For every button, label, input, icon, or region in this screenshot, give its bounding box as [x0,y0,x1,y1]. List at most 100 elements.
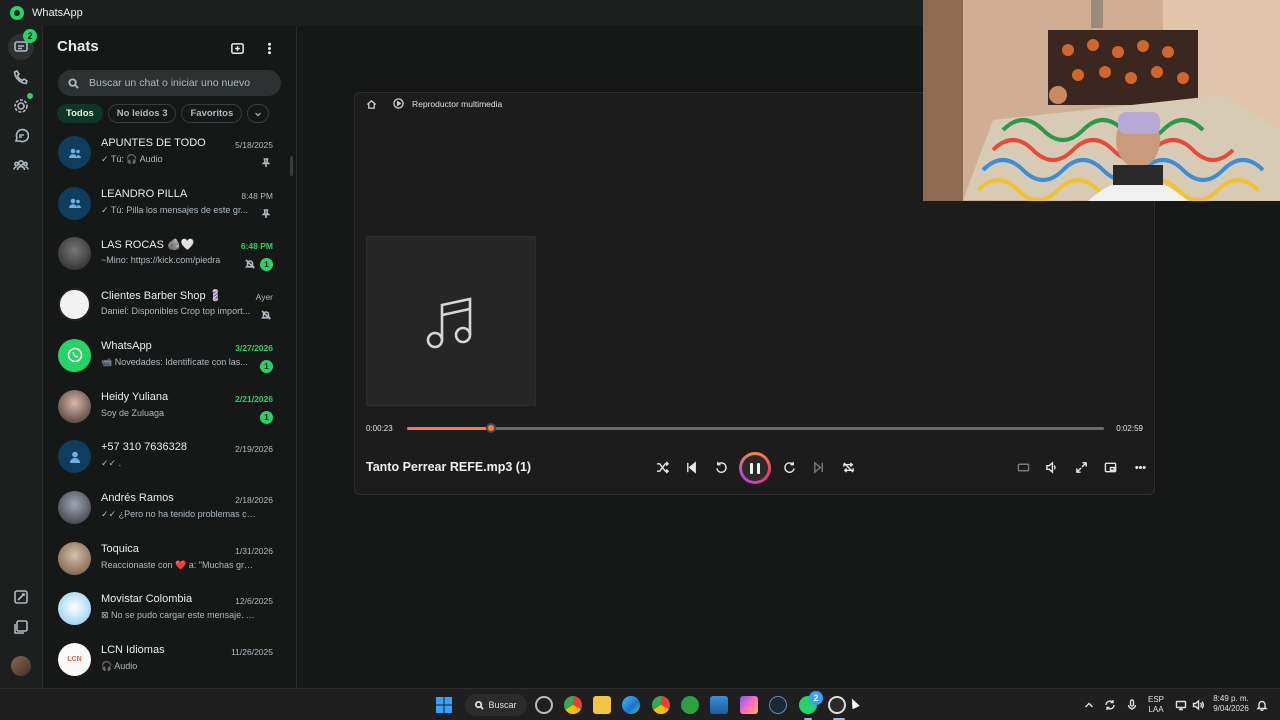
filter-more-dropdown[interactable] [247,104,270,123]
volume-icon [1045,460,1056,474]
seek-bar[interactable] [407,423,1104,433]
taskbar-app-media-player[interactable] [828,696,846,714]
chat-list-item[interactable]: Clientes Barber Shop 💈 Daniel: Disponible… [43,278,296,328]
chat-list-item[interactable]: LEANDRO PILLA ✓ Tú: Pilla los mensajes de… [43,177,296,227]
meta-ai-nav-button[interactable] [8,584,34,610]
sync-tray-button[interactable] [1104,698,1116,710]
network-tray-button[interactable] [1175,698,1187,711]
rewind-10-button[interactable] [711,457,731,477]
album-art [366,236,536,406]
chat-list-item[interactable]: Toquica Reaccionaste con ❤️ a: "Muchas gr… [43,532,296,582]
windows-taskbar: Buscar 2 ESP LAA 8:49 p. m. 9/04/2026 [0,688,1280,720]
chat-list-item[interactable]: Andrés Ramos ✓✓ ¿Pero no ha tenido proble… [43,481,296,531]
total-time: 0:02:59 [1116,424,1143,433]
taskbar-app-file-explorer[interactable] [593,696,611,714]
taskbar-app-whatsapp[interactable]: 2 [799,691,823,714]
track-title: Tanto Perrear REFE.mp3 (1) [366,460,532,474]
more-horizontal-icon [1134,465,1146,469]
more-options-button[interactable] [1130,457,1150,477]
chat-avatar [58,136,91,169]
channels-nav-button[interactable] [8,123,34,149]
skip-next-icon [813,460,823,474]
taskbar-app-steam[interactable] [769,696,787,714]
chat-list-item[interactable]: +57 310 7636328 ✓✓ . 2/19/2026 [43,430,296,480]
edit-box-icon [14,590,28,604]
taskbar-app-chrome-1[interactable] [564,696,582,714]
taskbar-app-edge[interactable] [622,696,640,714]
communities-nav-button[interactable] [8,152,34,178]
search-bar[interactable] [58,70,281,96]
screen: WhatsApp 2 Chats Buscar un chat o inicia… [0,0,1280,720]
network-icon [1175,700,1187,711]
taskbar-search[interactable]: Buscar [465,694,527,716]
taskbar-app-chatgpt[interactable] [535,696,553,714]
taskbar-app-photos[interactable] [710,696,728,714]
chat-avatar [58,186,91,220]
new-chat-button[interactable] [228,39,246,57]
chat-list-item[interactable]: APUNTES DE TODO ✓ Tú: 🎧 Audio 5/18/2025 [43,126,296,176]
chat-list-item[interactable]: Movistar Colombia ⊠ No se pudo cargar est… [43,582,296,632]
chat-name: LAS ROCAS 🪨🤍 [101,239,195,252]
taskbar-app-chrome-2[interactable] [652,696,670,714]
mute-icon [260,307,272,320]
chat-name: +57 310 7636328 [101,441,187,454]
chat-list-scrollbar[interactable] [290,156,293,176]
windows-start-button[interactable] [435,696,453,714]
chat-avatar [58,541,91,575]
taskbar-app-copilot[interactable] [740,696,758,714]
search-input[interactable] [89,77,269,89]
repeat-button[interactable] [838,457,858,477]
shuffle-button[interactable] [652,457,672,477]
show-hidden-icons-button[interactable] [1083,698,1095,710]
unread-count-badge: 1 [260,410,273,424]
chat-time: 2/18/2026 [235,494,273,505]
status-icon [14,99,28,113]
unread-count-badge: 1 [260,359,273,373]
next-button[interactable] [808,457,828,477]
volume-tray-button[interactable] [1192,698,1204,711]
chat-avatar [58,389,91,423]
skip-previous-icon [686,460,696,474]
mini-player-button[interactable] [1100,457,1120,477]
filter-favorites[interactable]: Favoritos [181,104,243,123]
home-icon [366,99,377,109]
status-nav-button[interactable] [8,93,34,119]
media-nav-button[interactable] [8,614,34,640]
shuffle-off-icon [656,460,669,474]
chat-list-item[interactable]: Heidy Yuliana Soy de Zuluaga 2/21/2026 1 [43,380,296,430]
captions-icon [1017,463,1029,471]
forward-30-button[interactable] [779,457,799,477]
expand-icon [1075,461,1087,473]
seek-thumb[interactable] [485,423,496,433]
filter-chips: Todos No leídos 3 Favoritos [57,104,270,123]
clock[interactable]: 8:49 p. m. 9/04/2026 [1211,694,1251,714]
chat-time: 1/31/2026 [235,545,273,556]
subtitles-button[interactable] [1013,457,1033,477]
chats-nav-button[interactable]: 2 [8,29,37,60]
home-button[interactable] [366,99,377,110]
chat-list-item[interactable]: LCN LCN Idiomas 🎧 Audio 11/26/2025 [43,633,296,683]
chat-preview: ⊠ No se pudo cargar este mensaje. A... [101,610,257,621]
phone-icon [13,70,28,85]
previous-button[interactable] [681,457,701,477]
microphone-tray-button[interactable] [1126,698,1138,710]
filter-unread[interactable]: No leídos 3 [107,104,177,123]
profile-avatar[interactable] [11,656,31,676]
mini-player-icon [1104,462,1116,472]
volume-button[interactable] [1041,457,1061,477]
menu-button[interactable] [260,39,278,57]
chat-time: 5/18/2025 [235,140,273,150]
taskbar-app-xbox[interactable] [681,696,699,714]
notifications-button[interactable] [1256,698,1268,712]
chat-list-item[interactable]: WhatsApp 📹 Novedades: Identifícate con la… [43,329,296,379]
chat-list-item[interactable]: LAS ROCAS 🪨🤍 ~Mino: https://kick.com/pied… [43,227,296,277]
filter-all[interactable]: Todos [57,104,103,123]
play-pause-button[interactable] [739,452,771,484]
fullscreen-button[interactable] [1071,457,1091,477]
search-icon [68,77,79,89]
chat-name: LCN Idiomas [101,644,165,656]
communities-icon [13,159,29,171]
language-indicator[interactable]: ESP LAA [1148,695,1164,715]
speaker-icon [1192,699,1204,711]
calls-nav-button[interactable] [8,64,34,90]
